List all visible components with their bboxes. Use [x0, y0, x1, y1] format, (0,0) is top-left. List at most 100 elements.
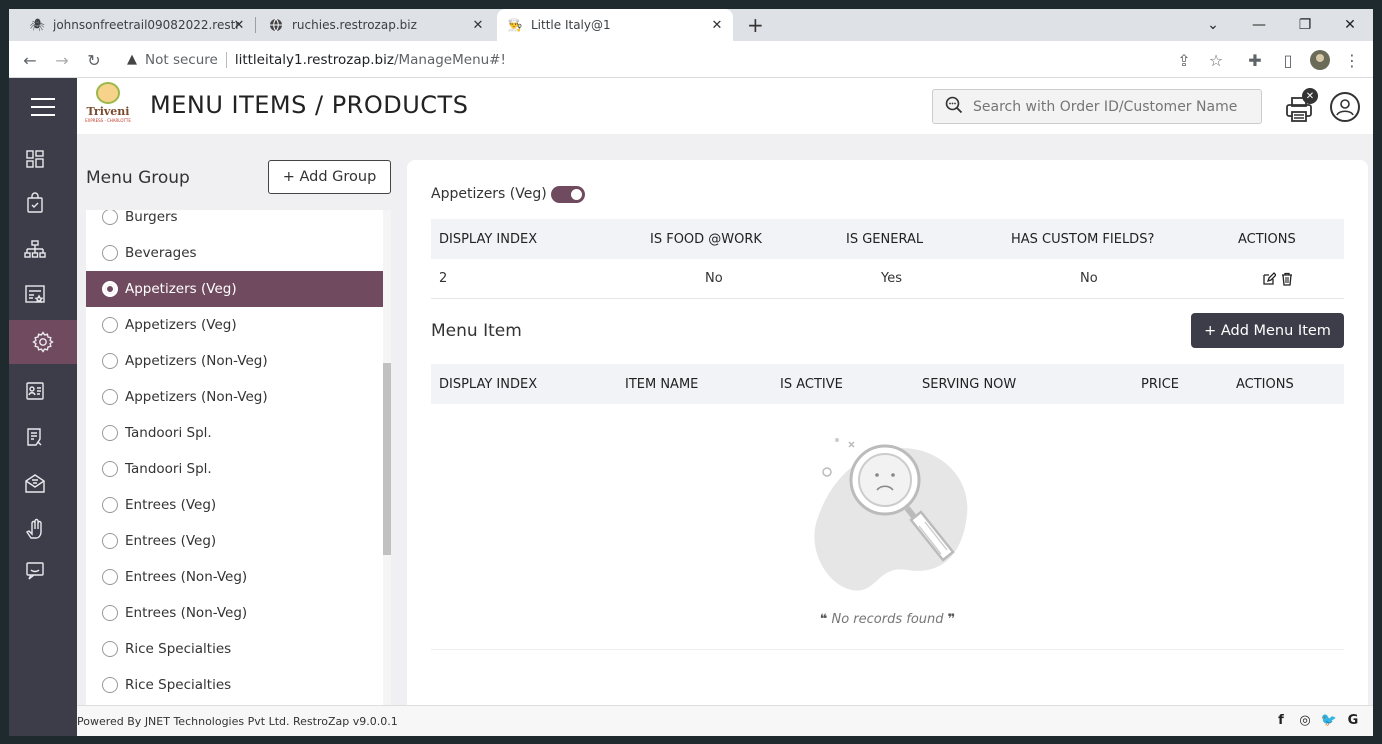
tab-little-italy[interactable]: 👨‍🍳 Little Italy@1 ✕	[497, 9, 733, 41]
quote-close-icon: ❞	[947, 612, 956, 627]
is-general-cell: Yes	[881, 271, 902, 286]
close-tab-icon[interactable]: ✕	[470, 17, 486, 33]
radio-button[interactable]	[102, 569, 118, 585]
browser-menu-icon[interactable]: ⋮	[1341, 49, 1363, 71]
menu-group-label: Tandoori Spl.	[125, 461, 212, 477]
minimize-button[interactable]: —	[1236, 9, 1282, 41]
share-icon[interactable]: ⇪	[1173, 49, 1195, 71]
radio-button[interactable]	[102, 317, 118, 333]
back-icon[interactable]: ←	[19, 49, 41, 71]
shopping-bag-icon	[27, 192, 43, 213]
logo-subtext: EXPRESS · CHARLOTTE	[85, 118, 131, 123]
column-header: IS GENERAL	[846, 231, 924, 247]
menu-group-item[interactable]: Appetizers (Veg)	[86, 307, 383, 343]
side-panel-icon[interactable]: ▯	[1277, 49, 1299, 71]
menu-group-item[interactable]: Entrees (Veg)	[86, 487, 383, 523]
profile-avatar-icon[interactable]	[1309, 49, 1331, 71]
sidebar-item-feedback[interactable]	[9, 507, 61, 551]
column-header: DISPLAY INDEX	[439, 376, 538, 392]
trash-icon[interactable]	[1280, 272, 1294, 286]
radio-button[interactable]	[102, 245, 118, 261]
menu-group-item[interactable]: Burgers	[86, 210, 383, 235]
logo-text: Triveni	[86, 105, 130, 118]
radio-button[interactable]	[102, 677, 118, 693]
radio-button[interactable]	[102, 210, 118, 225]
actions-cell	[1260, 259, 1296, 298]
instagram-icon[interactable]: ◎	[1297, 712, 1313, 728]
tab-ruchies[interactable]: ruchies.restrozap.biz ✕	[258, 9, 494, 41]
menu-group-label: Burgers	[125, 210, 178, 225]
menu-group-item[interactable]: Entrees (Non-Veg)	[86, 595, 383, 631]
sidebar-item-orders[interactable]	[9, 181, 61, 225]
menu-group-label: Entrees (Veg)	[125, 497, 217, 513]
sidebar-item-tables[interactable]	[9, 227, 61, 271]
divider	[431, 649, 1344, 650]
radio-button[interactable]	[102, 533, 118, 549]
tab-search-icon[interactable]: ⌄	[1190, 9, 1236, 41]
column-header: ACTIONS	[1238, 231, 1296, 247]
logo-emblem	[96, 82, 120, 104]
radio-button[interactable]	[102, 353, 118, 369]
menu-group-label: Rice Specialties	[125, 677, 232, 693]
main-content: Menu Group + Add Group Burgers Beverages A…	[77, 135, 1373, 720]
add-group-button[interactable]: + Add Group	[268, 160, 391, 194]
user-account-icon[interactable]	[1330, 92, 1360, 122]
sidebar-item-menu-board[interactable]	[9, 273, 61, 317]
printer-button[interactable]: ✕	[1284, 88, 1318, 124]
menu-group-item[interactable]: Tandoori Spl.	[86, 451, 383, 487]
address-bar[interactable]: ▲ Not secure littleitaly1.restrozap.biz …	[117, 45, 1237, 74]
printer-status-badge: ✕	[1302, 88, 1318, 104]
radio-button[interactable]	[102, 461, 118, 477]
radio-button[interactable]	[102, 281, 118, 297]
radio-button[interactable]	[102, 389, 118, 405]
tab-johnsonfreetrail[interactable]: 🕷 johnsonfreetrail09082022.restroz ✕	[19, 9, 255, 41]
group-table-header: DISPLAY INDEX IS FOOD @WORK IS GENERAL H…	[431, 219, 1344, 259]
sidebar-item-reports[interactable]	[9, 415, 61, 459]
menu-group-item[interactable]: Appetizers (Veg)	[86, 271, 383, 307]
radio-button[interactable]	[102, 641, 118, 657]
extensions-icon[interactable]: ✚	[1244, 49, 1266, 71]
menu-group-item[interactable]: Tandoori Spl.	[86, 415, 383, 451]
menu-group-item[interactable]: Rice Specialties	[86, 631, 383, 667]
order-search-box[interactable]	[932, 89, 1262, 124]
close-tab-icon[interactable]: ✕	[231, 17, 247, 33]
menu-group-item[interactable]: Entrees (Veg)	[86, 523, 383, 559]
twitter-icon[interactable]: 🐦	[1321, 712, 1337, 728]
restore-button[interactable]: ❐	[1282, 9, 1328, 41]
menu-group-item[interactable]: Rice Specialties	[86, 667, 383, 703]
warning-icon: ▲	[127, 52, 137, 67]
reload-icon[interactable]: ↻	[83, 49, 105, 71]
menu-group-item[interactable]: Appetizers (Non-Veg)	[86, 379, 383, 415]
sidebar-item-settings[interactable]	[9, 320, 77, 364]
close-tab-icon[interactable]: ✕	[709, 17, 725, 33]
radio-button[interactable]	[102, 605, 118, 621]
sidebar-item-dashboard[interactable]	[9, 137, 61, 181]
footer: Powered By JNET Technologies Pvt Ltd. Re…	[77, 705, 1373, 736]
menu-group-item[interactable]: Beverages	[86, 235, 383, 271]
edit-icon[interactable]	[1262, 271, 1276, 286]
sidebar-item-customers[interactable]	[9, 369, 61, 413]
hamburger-menu-button[interactable]	[9, 78, 77, 135]
close-window-button[interactable]: ✕	[1327, 9, 1373, 41]
menu-group-label: Tandoori Spl.	[125, 425, 212, 441]
google-icon[interactable]: G	[1345, 712, 1361, 728]
is-food-work-cell: No	[705, 271, 723, 286]
sidebar-item-marketing[interactable]	[9, 461, 61, 505]
menu-item-table-header: DISPLAY INDEX ITEM NAME IS ACTIVE SERVIN…	[431, 364, 1344, 404]
menu-group-item[interactable]: Entrees (Non-Veg)	[86, 559, 383, 595]
chat-icon	[26, 562, 44, 580]
bookmark-star-icon[interactable]: ☆	[1205, 49, 1227, 71]
facebook-icon[interactable]: f	[1273, 712, 1289, 728]
radio-button[interactable]	[102, 425, 118, 441]
search-input[interactable]	[973, 98, 1243, 115]
menu-group-item[interactable]: Appetizers (Non-Veg)	[86, 343, 383, 379]
radio-button[interactable]	[102, 497, 118, 513]
add-menu-item-button[interactable]: + Add Menu Item	[1191, 313, 1344, 348]
new-tab-button[interactable]: +	[747, 13, 764, 37]
sidebar-item-messages[interactable]	[9, 549, 61, 593]
menu-group-list: Burgers Beverages Appetizers (Veg) Appetize…	[86, 210, 383, 718]
id-card-icon	[26, 382, 44, 400]
group-active-toggle[interactable]	[551, 186, 585, 203]
forward-icon[interactable]: →	[51, 49, 73, 71]
menu-group-scroll-thumb[interactable]	[383, 363, 391, 555]
